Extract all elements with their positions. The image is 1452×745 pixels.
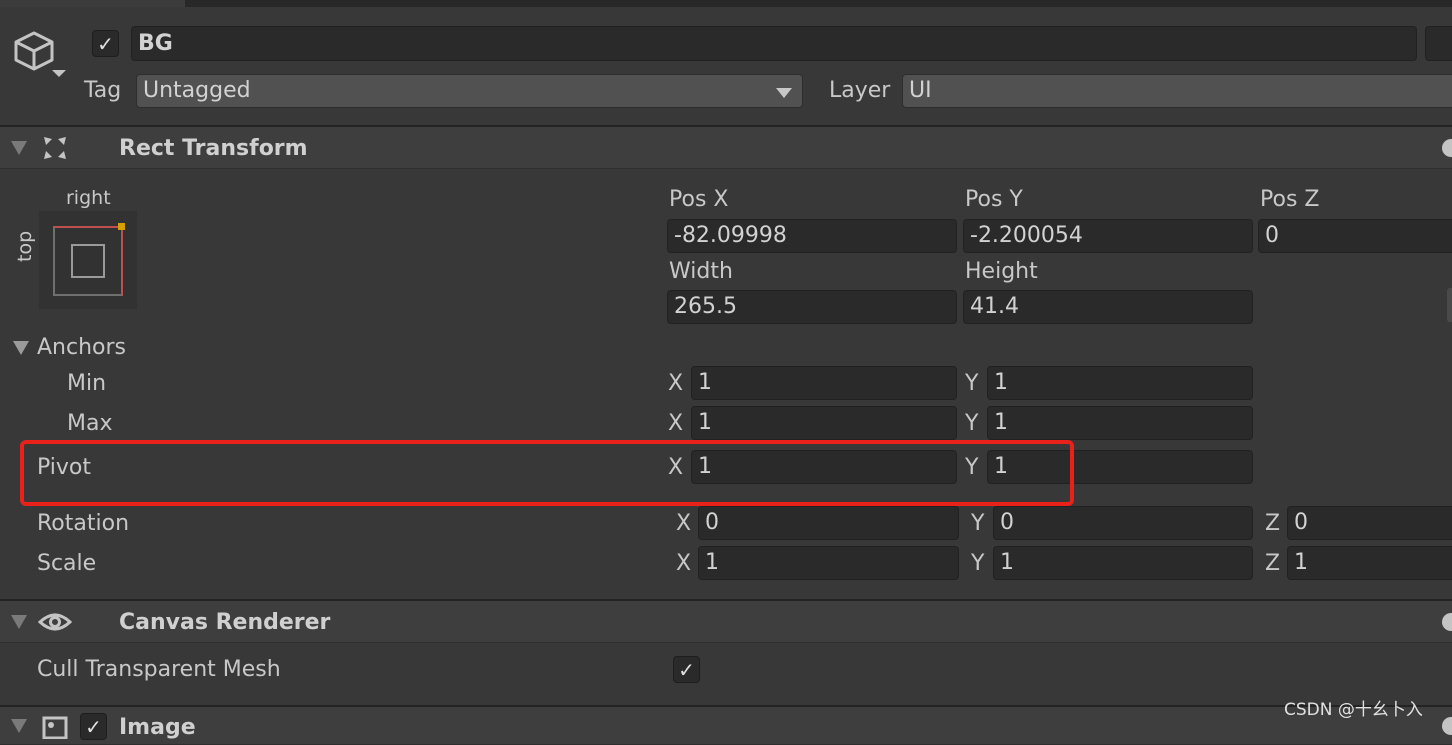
pos-z-input[interactable]: 0 (1258, 219, 1452, 253)
cull-transparent-mesh-label: Cull Transparent Mesh (37, 657, 281, 682)
min-label: Min (67, 371, 107, 396)
max-x-label[interactable]: X (668, 413, 683, 435)
pos-x-label[interactable]: Pos X (669, 189, 728, 211)
scale-x-input[interactable]: 1 (698, 546, 959, 580)
rect-transform-title: Rect Transform (119, 136, 308, 161)
rot-x-label[interactable]: X (676, 513, 691, 535)
width-label[interactable]: Width (669, 261, 733, 283)
scale-z-input[interactable]: 1 (1287, 546, 1452, 580)
pos-y-label[interactable]: Pos Y (965, 189, 1023, 211)
static-toggle[interactable] (1425, 26, 1452, 61)
image-header[interactable]: ✓ Image (0, 705, 1452, 745)
pos-y-input[interactable]: -2.200054 (963, 219, 1253, 253)
raw-edit-button[interactable] (1447, 288, 1452, 322)
anchors-foldout-icon[interactable] (13, 341, 29, 355)
scale-z-label[interactable]: Z (1265, 553, 1280, 575)
help-icon[interactable] (1442, 139, 1452, 157)
collapse-arrow-icon[interactable] (11, 615, 27, 629)
watermark: CSDN @十幺卜入 (1284, 700, 1423, 720)
pos-x-input[interactable]: -82.09998 (667, 219, 957, 253)
layer-value: UI (909, 78, 932, 103)
canvas-renderer-title: Canvas Renderer (119, 610, 331, 635)
chevron-down-icon (776, 88, 792, 98)
min-x-input[interactable]: 1 (691, 366, 957, 400)
collapse-arrow-icon[interactable] (11, 719, 27, 733)
anchor-horizontal-label: right (66, 187, 111, 209)
scale-y-label[interactable]: Y (971, 553, 984, 575)
scale-label: Scale (37, 551, 97, 576)
rot-z-input[interactable]: 0 (1287, 506, 1452, 540)
image-icon (42, 716, 68, 739)
height-input[interactable]: 41.4 (963, 290, 1253, 324)
gameobject-cube-icon[interactable] (12, 28, 68, 80)
anchors-label[interactable]: Anchors (37, 337, 126, 359)
pivot-highlight-box (20, 440, 1074, 506)
rotation-label: Rotation (37, 511, 130, 536)
max-label: Max (67, 411, 113, 436)
tag-value: Untagged (143, 78, 251, 103)
width-input[interactable]: 265.5 (667, 290, 957, 324)
min-y-label[interactable]: Y (965, 373, 978, 395)
min-x-label[interactable]: X (668, 373, 683, 395)
max-y-label[interactable]: Y (965, 413, 978, 435)
tab-inspector[interactable] (0, 0, 185, 7)
min-y-input[interactable]: 1 (987, 366, 1253, 400)
cull-transparent-mesh-checkbox[interactable]: ✓ (673, 656, 700, 683)
tag-label: Tag (84, 78, 122, 103)
rect-transform-icon (44, 137, 66, 159)
image-title: Image (119, 715, 196, 740)
help-icon[interactable] (1442, 613, 1452, 631)
max-x-input[interactable]: 1 (691, 406, 957, 440)
rot-x-input[interactable]: 0 (698, 506, 959, 540)
object-name-input[interactable]: BG (131, 26, 1417, 61)
layer-dropdown[interactable]: UI (902, 74, 1452, 108)
rot-y-label[interactable]: Y (971, 513, 984, 535)
scale-y-input[interactable]: 1 (993, 546, 1253, 580)
height-label[interactable]: Height (965, 261, 1038, 283)
anchor-preset-button[interactable] (39, 211, 137, 309)
rot-z-label[interactable]: Z (1265, 513, 1280, 535)
image-enabled-checkbox[interactable]: ✓ (80, 713, 107, 740)
eye-icon (38, 613, 72, 631)
help-icon[interactable] (1442, 717, 1452, 735)
active-checkbox[interactable]: ✓ (92, 30, 119, 57)
tab-strip (0, 0, 1452, 7)
rot-y-input[interactable]: 0 (993, 506, 1253, 540)
pos-z-label[interactable]: Pos Z (1260, 189, 1319, 211)
scale-x-label[interactable]: X (676, 553, 691, 575)
anchor-vertical-label: top (14, 230, 36, 262)
max-y-input[interactable]: 1 (987, 406, 1253, 440)
tag-dropdown[interactable]: Untagged (136, 74, 803, 108)
canvas-renderer-header[interactable]: Canvas Renderer (0, 599, 1452, 643)
rect-transform-header[interactable]: Rect Transform (0, 125, 1452, 169)
layer-label: Layer (829, 78, 891, 103)
collapse-arrow-icon[interactable] (11, 141, 27, 155)
